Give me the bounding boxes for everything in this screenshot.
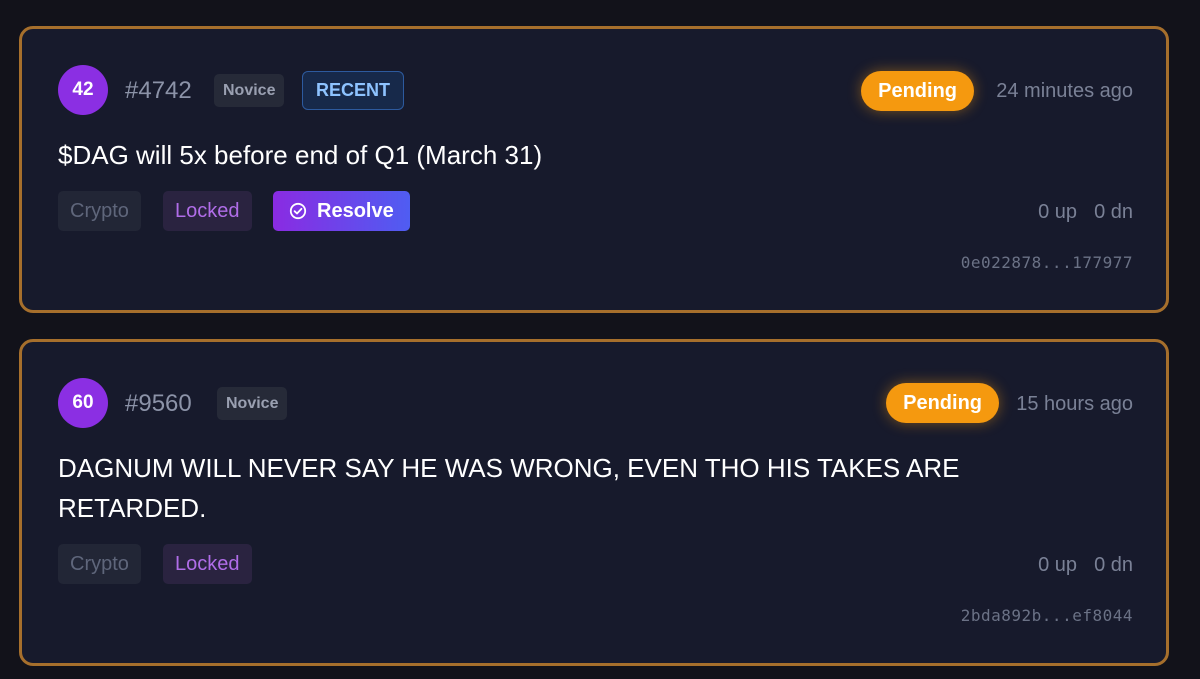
transaction-hash[interactable]: 2bda892b...ef8044 [961,606,1133,625]
category-tag[interactable]: Crypto [58,191,141,231]
category-tag[interactable]: Crypto [58,544,141,584]
avatar[interactable]: 60 [58,378,108,428]
avatar[interactable]: 42 [58,65,108,115]
vote-counts: 0 up 0 dn [1038,554,1133,577]
timestamp: 15 hours ago [1016,393,1133,415]
prediction-title: $DAG will 5x before end of Q1 (March 31) [58,140,543,170]
timestamp: 24 minutes ago [996,80,1133,102]
rank-badge: Novice [214,74,285,107]
up-votes[interactable]: 0 up [1038,554,1077,577]
prediction-card[interactable]: 42 #4742 Novice RECENT Pending 24 minute… [19,26,1169,313]
post-id[interactable]: #9560 [125,392,192,416]
transaction-hash[interactable]: 0e022878...177977 [961,253,1133,272]
down-votes[interactable]: 0 dn [1094,201,1133,224]
prediction-title: DAGNUM WILL NEVER SAY HE WAS WRONG, EVEN… [58,453,960,523]
rank-badge: Novice [217,387,288,420]
locked-tag: Locked [163,191,252,231]
vote-counts: 0 up 0 dn [1038,201,1133,224]
up-votes[interactable]: 0 up [1038,201,1077,224]
resolve-button[interactable]: Resolve [273,191,410,231]
status-badge: Pending [886,383,999,423]
check-circle-icon [289,202,307,220]
recent-badge: RECENT [302,71,405,110]
prediction-card[interactable]: 60 #9560 Novice Pending 15 hours ago DAG… [19,339,1169,666]
locked-tag: Locked [163,544,252,584]
post-id[interactable]: #4742 [125,79,192,103]
resolve-label: Resolve [317,199,394,222]
status-badge: Pending [861,71,974,111]
down-votes[interactable]: 0 dn [1094,554,1133,577]
